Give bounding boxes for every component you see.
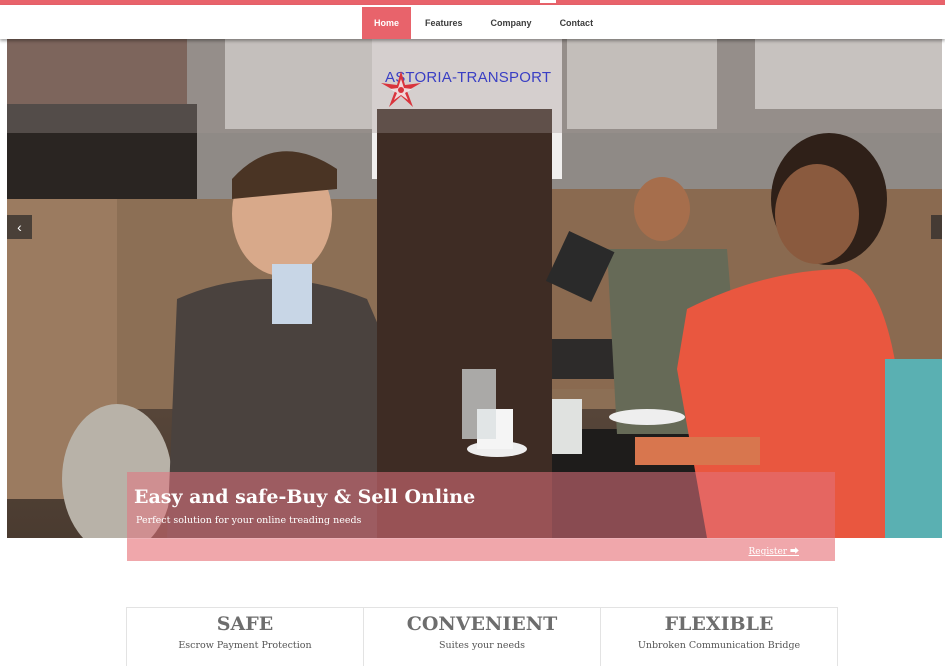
nav-company[interactable]: Company [477,7,546,39]
nav-home[interactable]: Home [362,7,412,39]
hero-slider: ASTORIA-TRANSPORT [7,39,942,538]
feature-title: CONVENIENT [406,613,558,635]
feature-subtitle: Suites your needs [438,640,526,651]
main-nav: Home Features Company Contact [362,7,607,39]
features-row: SAFE Escrow Payment Protection CONVENIEN… [126,607,838,666]
feature-subtitle: Escrow Payment Protection [178,640,312,651]
star-compass-logo-icon [381,71,421,107]
register-link[interactable]: Register ⮕ [749,544,800,557]
feature-subtitle: Unbroken Communication Bridge [637,640,801,651]
hero-subtitle: Perfect solution for your online treadin… [136,515,362,526]
slider-prev-button[interactable]: ‹ [7,215,32,239]
hero-caption: Easy and safe-Buy & Sell Online Perfect … [127,472,835,539]
feature-convenient: CONVENIENT Suites your needs [364,607,601,666]
feature-safe: SAFE Escrow Payment Protection [126,607,364,666]
nav-contact[interactable]: Contact [546,7,608,39]
logo-band [7,39,942,133]
site-logo[interactable]: ASTORIA-TRANSPORT [379,69,551,107]
register-label: Register [748,547,788,557]
feature-title: FLEXIBLE [664,613,774,635]
feature-title: SAFE [216,613,274,635]
circle-arrow-right-icon: ⮕ [789,547,799,557]
hero-title: Easy and safe-Buy & Sell Online [134,486,476,508]
slider-next-button[interactable] [931,215,942,239]
nav-features[interactable]: Features [411,7,477,39]
top-accent-notch [540,0,556,3]
navbar: Home Features Company Contact [0,5,945,39]
register-bar: Register ⮕ [127,539,835,561]
chevron-left-icon: ‹ [17,219,22,235]
feature-flexible: FLEXIBLE Unbroken Communication Bridge [601,607,838,666]
